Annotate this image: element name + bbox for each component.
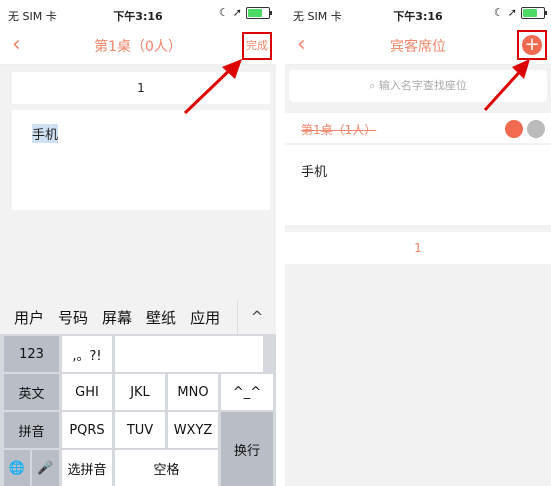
guest-item[interactable]: 手机 xyxy=(301,161,327,180)
candidate-item[interactable]: 号码 xyxy=(58,307,88,328)
candidate-item[interactable]: 用户 xyxy=(14,307,44,328)
key-123[interactable]: 123 xyxy=(4,336,59,372)
key-mno[interactable]: MNO xyxy=(168,374,218,410)
table-label: 第1桌（1人） xyxy=(301,123,377,137)
keyboard: 用户 号码 屏幕 壁纸 应用 ^ 123 ,。?! 英文 GHI JKL MNO… xyxy=(0,300,276,486)
moon-icon: ☾ xyxy=(218,6,229,19)
key-punct[interactable]: ,。?! xyxy=(62,336,112,372)
trash-icon[interactable] xyxy=(505,120,523,138)
search-icon: ⌕ xyxy=(369,79,379,92)
table-row[interactable]: 第1桌（1人） xyxy=(285,113,551,143)
page-title: 宾客席位 xyxy=(390,39,446,55)
key-pqrs[interactable]: PQRS xyxy=(62,412,112,448)
key-english[interactable]: 英文 xyxy=(4,374,59,410)
key-choose-pinyin[interactable]: 选拼音 xyxy=(62,450,112,486)
key-space[interactable]: 空格 xyxy=(115,450,218,486)
globe-icon[interactable]: 🌐 xyxy=(4,450,30,486)
battery-icon xyxy=(246,6,272,19)
guest-item[interactable]: 手机 xyxy=(32,124,59,143)
pencil-icon[interactable] xyxy=(527,120,545,138)
arrow-annotation xyxy=(483,59,530,112)
candidate-item[interactable]: 壁纸 xyxy=(146,307,176,328)
add-button[interactable]: + xyxy=(522,35,542,55)
microphone-icon[interactable]: 🎤 xyxy=(32,450,59,486)
status-bar: 无 SIM 卡 下午3:16 ☾ ➚ xyxy=(285,0,551,26)
candidate-item[interactable]: 屏幕 xyxy=(102,307,132,328)
candidate-item[interactable]: 应用 xyxy=(190,307,220,328)
key-ghi[interactable]: GHI xyxy=(62,374,112,410)
status-icons: ☾ ➚ xyxy=(493,6,547,19)
key-pinyin[interactable]: 拼音 xyxy=(4,412,59,448)
key-tuv[interactable]: TUV xyxy=(115,412,165,448)
candidate-bar: 用户 号码 屏幕 壁纸 应用 ^ xyxy=(0,300,276,334)
key-wxyz[interactable]: WXYZ xyxy=(168,412,218,448)
location-icon: ➚ xyxy=(232,6,242,19)
key-jkl[interactable]: JKL xyxy=(115,374,165,410)
location-icon: ➚ xyxy=(507,6,517,19)
key-emoji[interactable]: ^_^ xyxy=(221,374,273,410)
arrow-annotation xyxy=(183,59,242,115)
page-title: 第1桌（0人） xyxy=(94,39,182,55)
key-blank[interactable] xyxy=(115,336,263,372)
guest-list-area[interactable]: 手机 xyxy=(12,110,270,210)
status-icons: ☾ ➚ xyxy=(218,6,272,19)
seat-number[interactable]: 1 xyxy=(285,232,551,264)
guest-list-area: 手机 xyxy=(285,145,551,225)
battery-icon xyxy=(521,6,547,19)
moon-icon: ☾ xyxy=(493,6,504,19)
key-enter[interactable]: 换行 xyxy=(221,412,273,486)
chevron-up-icon[interactable]: ^ xyxy=(237,300,276,334)
status-bar: 无 SIM 卡 下午3:16 ☾ ➚ xyxy=(0,0,276,26)
